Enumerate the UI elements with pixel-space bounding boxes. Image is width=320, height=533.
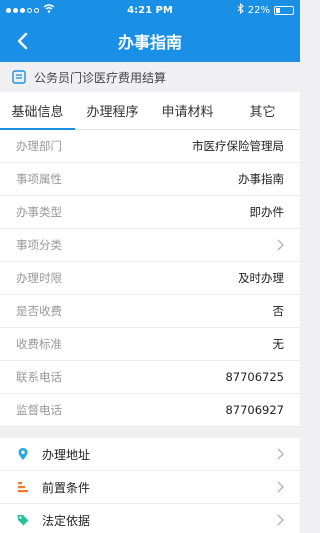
chevron-right-icon <box>276 239 284 251</box>
nav-bar: 办事指南 <box>0 20 300 62</box>
chevron-right-icon <box>276 514 284 526</box>
subject-header: 公务员门诊医疗费用结算 <box>0 62 300 92</box>
info-row-charge: 是否收费 否 <box>0 295 300 328</box>
battery-icon <box>274 5 294 15</box>
back-chevron-icon <box>17 32 28 50</box>
chevron-right-icon <box>276 448 284 460</box>
bars-icon <box>16 480 30 494</box>
info-row-supervision-phone[interactable]: 监督电话 87706927 <box>0 394 300 427</box>
info-row-time-limit: 办理时限 及时办理 <box>0 262 300 295</box>
page-title: 办事指南 <box>117 33 182 52</box>
info-row-fee-standard: 收费标准 无 <box>0 328 300 361</box>
tag-icon <box>16 513 30 527</box>
chevron-right-icon <box>276 481 284 493</box>
document-icon <box>12 70 26 84</box>
link-preconditions[interactable]: 前置条件 <box>0 471 300 504</box>
info-row-department: 办理部门 市医疗保险管理局 <box>0 130 300 163</box>
tab-materials[interactable]: 申请材料 <box>150 92 225 129</box>
subject-title: 公务员门诊医疗费用结算 <box>34 70 167 85</box>
info-row-type: 办事类型 即办件 <box>0 196 300 229</box>
tab-other[interactable]: 其它 <box>225 92 300 129</box>
section-gap <box>0 427 300 438</box>
tab-basic-info[interactable]: 基础信息 <box>0 92 75 130</box>
info-row-attribute: 事项属性 办事指南 <box>0 163 300 196</box>
link-list: 办理地址 前置条件 法定依据 <box>0 438 300 533</box>
info-list: 办理部门 市医疗保险管理局 事项属性 办事指南 办事类型 即办件 事项分类 办理… <box>0 130 300 427</box>
back-button[interactable] <box>10 29 34 53</box>
info-row-category[interactable]: 事项分类 <box>0 229 300 262</box>
tab-bar: 基础信息 办理程序 申请材料 其它 <box>0 92 300 130</box>
link-legal-basis[interactable]: 法定依据 <box>0 504 300 533</box>
tab-procedure[interactable]: 办理程序 <box>75 92 150 129</box>
status-bar: 4:21 PM 22% <box>0 0 300 20</box>
location-pin-icon <box>16 447 30 461</box>
info-row-contact-phone[interactable]: 联系电话 87706725 <box>0 361 300 394</box>
status-time: 4:21 PM <box>127 4 173 16</box>
link-address[interactable]: 办理地址 <box>0 438 300 471</box>
